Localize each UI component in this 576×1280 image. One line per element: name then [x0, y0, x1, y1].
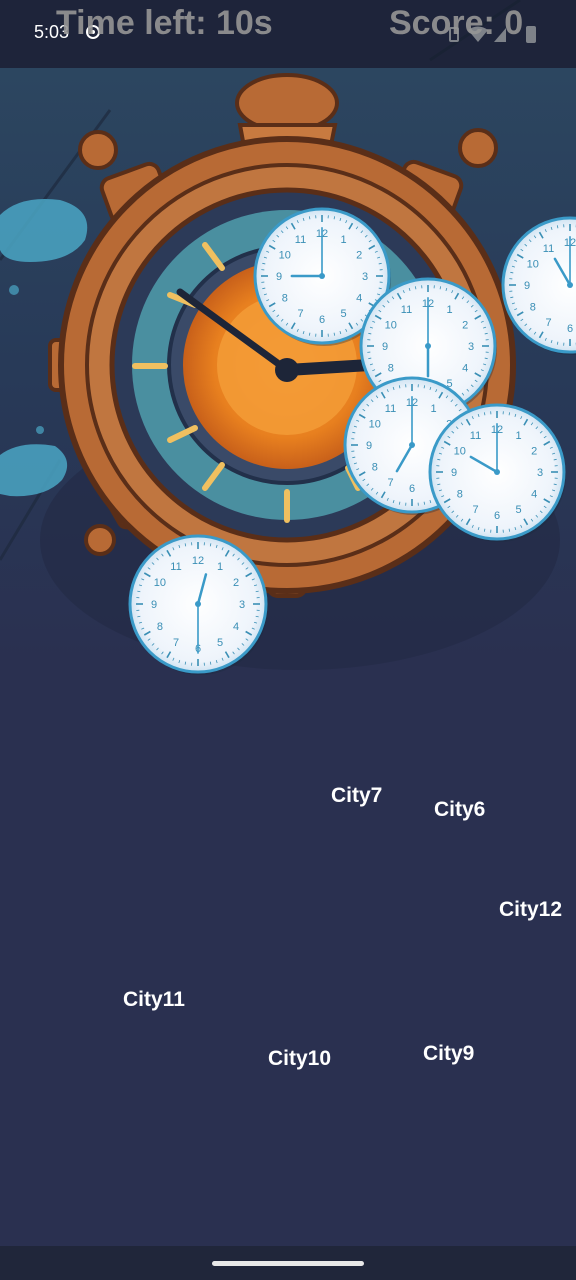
- clock-numeral: 7: [472, 504, 478, 516]
- clock-numeral: 6: [567, 323, 573, 335]
- time-left-label: Time left: 10s: [56, 4, 273, 42]
- clock-numeral: 10: [527, 259, 539, 271]
- clock-numeral: 2: [462, 320, 468, 332]
- clock-numeral: 11: [543, 243, 554, 255]
- clock-numeral: 9: [382, 341, 388, 353]
- clock-numeral: 2: [356, 250, 362, 262]
- clock-numeral: 8: [157, 621, 163, 633]
- clock-numeral: 7: [173, 637, 179, 649]
- clock-numeral: 4: [531, 489, 537, 501]
- clock-numeral: 2: [233, 577, 239, 589]
- clock-numeral: 7: [545, 317, 551, 329]
- clock-numeral: 12: [192, 555, 204, 567]
- clock-numeral: 8: [388, 363, 394, 375]
- clock-numeral: 9: [524, 280, 530, 292]
- clock-numeral: 9: [276, 271, 282, 283]
- city-label-city6[interactable]: City6: [434, 798, 485, 822]
- clock-numeral: 10: [385, 320, 397, 332]
- clock-numeral: 9: [451, 467, 457, 479]
- clock-numeral: 8: [457, 489, 463, 501]
- clock-numeral: 8: [530, 302, 536, 314]
- clock-numeral: 2: [531, 446, 537, 458]
- clock-numeral: 4: [233, 621, 239, 633]
- clock-numeral: 4: [462, 363, 468, 375]
- clock-numeral: 10: [454, 446, 466, 458]
- clock-numeral: 11: [470, 430, 481, 442]
- clock-numeral: 7: [297, 308, 303, 320]
- home-handle[interactable]: [212, 1261, 364, 1266]
- clock-numeral: 8: [372, 462, 378, 474]
- clock-numeral: 11: [385, 403, 396, 415]
- draggable-clock-5[interactable]: 123456789101112: [128, 534, 268, 675]
- clock-numeral: 3: [362, 271, 368, 283]
- clock-numeral: 10: [279, 250, 291, 262]
- clock-numeral: 5: [217, 637, 223, 649]
- clock-numeral: 11: [295, 234, 306, 246]
- clock-numeral: 5: [515, 504, 521, 516]
- clock-numeral: 10: [154, 577, 166, 589]
- clock-numeral: 11: [401, 304, 412, 316]
- clock-numeral: 3: [468, 341, 474, 353]
- clock-numeral: 10: [369, 419, 381, 431]
- clock-numeral: 8: [282, 293, 288, 305]
- clock-numeral: 3: [537, 467, 543, 479]
- navigation-bar: [0, 1246, 576, 1280]
- clock-numeral: 11: [170, 561, 181, 573]
- clock-numeral: 5: [340, 308, 346, 320]
- clock-numeral: 1: [515, 430, 521, 442]
- city-label-city12[interactable]: City12: [499, 898, 562, 922]
- clock-numeral: 1: [446, 304, 452, 316]
- clock-numeral: 3: [239, 599, 245, 611]
- city-label-city7[interactable]: City7: [331, 784, 382, 808]
- clock-numeral: 1: [430, 403, 436, 415]
- clock-numeral: 9: [366, 440, 372, 452]
- clock-numeral: 1: [340, 234, 346, 246]
- clock-numeral: 9: [151, 599, 157, 611]
- city-label-city10[interactable]: City10: [268, 1047, 331, 1071]
- clock-numeral: 4: [356, 293, 362, 305]
- clock-numeral: 6: [319, 314, 325, 326]
- draggable-clock-4[interactable]: 123456789101112: [428, 403, 566, 542]
- city-label-city9[interactable]: City9: [423, 1042, 474, 1066]
- clock-numeral: 6: [409, 483, 415, 495]
- score-label: Score: 0: [389, 4, 524, 42]
- clock-numeral: 1: [217, 561, 223, 573]
- city-label-city11[interactable]: City11: [123, 988, 185, 1012]
- clock-numeral: 7: [387, 477, 393, 489]
- clock-numeral: 6: [494, 510, 500, 522]
- game-scene: 1234567891011121234567891011121234567891…: [0, 0, 576, 1280]
